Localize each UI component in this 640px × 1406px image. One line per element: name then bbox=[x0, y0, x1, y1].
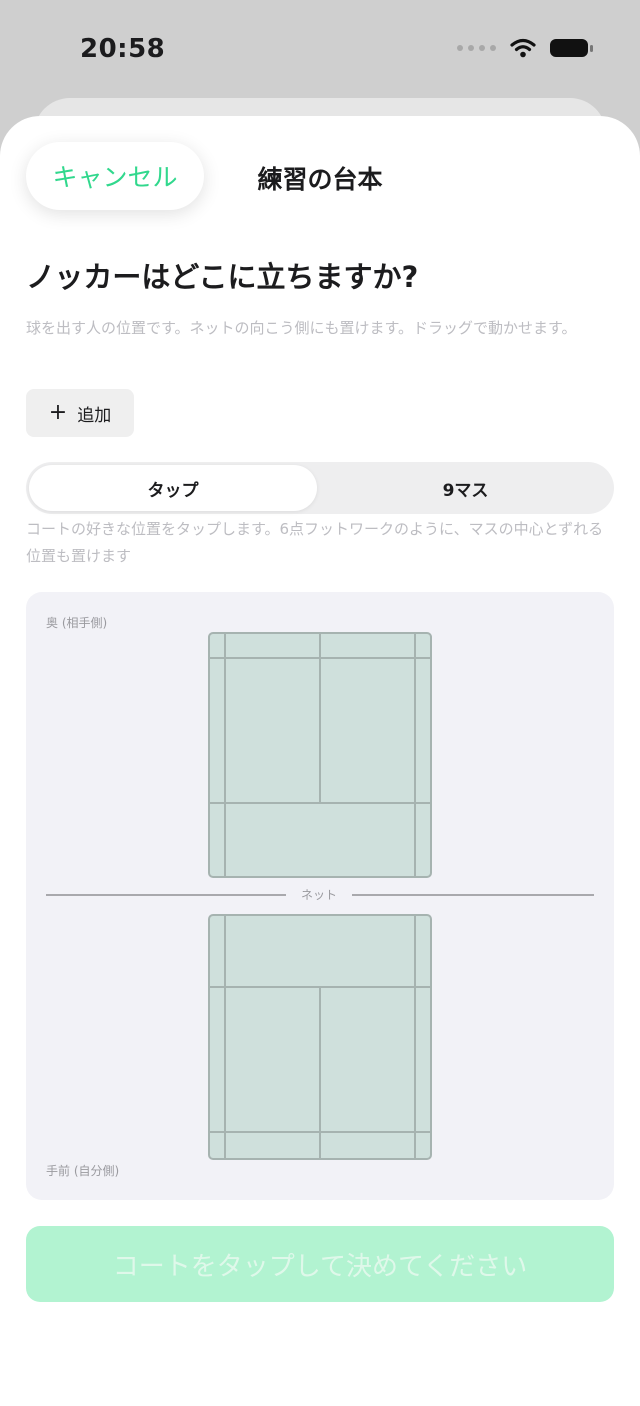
battery-icon bbox=[550, 39, 593, 57]
segment-tap[interactable]: タップ bbox=[29, 465, 317, 511]
net-label: ネット bbox=[300, 888, 337, 902]
net-line-right bbox=[352, 894, 594, 896]
plus-icon: + bbox=[48, 400, 68, 425]
status-time: 20:58 bbox=[80, 34, 166, 64]
net-line-left bbox=[46, 894, 286, 896]
description-text: 球を出す人の位置です。ネットの向こう側にも置けます。ドラッグで動かせます。 bbox=[26, 319, 577, 337]
back-side-label: 奥 (相手側) bbox=[46, 616, 108, 630]
confirm-position-button[interactable]: コートをタップして決めてください bbox=[26, 1226, 614, 1302]
wifi-icon bbox=[510, 38, 536, 58]
court-area[interactable]: 奥 (相手側) ネット 手前 (自分側) bbox=[26, 592, 614, 1200]
court-back-half[interactable] bbox=[208, 632, 432, 878]
hint-text: コートの好きな位置をタップします。6点フットワークのように、マスの中心とずれる位… bbox=[26, 520, 604, 565]
status-icons bbox=[457, 38, 593, 58]
add-button-label: 追加 bbox=[77, 405, 112, 426]
segment-nine-grid[interactable]: 9マス bbox=[320, 465, 611, 511]
status-bar: 20:58 bbox=[0, 0, 640, 100]
mode-segmented-control: タップ 9マス bbox=[26, 462, 614, 514]
signal-dots-icon bbox=[457, 45, 496, 51]
court-front-half[interactable] bbox=[208, 914, 432, 1160]
script-sheet: キャンセル 練習の台本 ノッカーはどこに立ちますか? 球を出す人の位置です。ネッ… bbox=[0, 116, 640, 1406]
front-side-label: 手前 (自分側) bbox=[46, 1164, 120, 1178]
question-heading: ノッカーはどこに立ちますか? bbox=[26, 260, 419, 294]
sheet-title: 練習の台本 bbox=[257, 165, 383, 194]
cancel-button[interactable]: キャンセル bbox=[26, 142, 204, 210]
add-button[interactable]: + 追加 bbox=[26, 389, 134, 437]
